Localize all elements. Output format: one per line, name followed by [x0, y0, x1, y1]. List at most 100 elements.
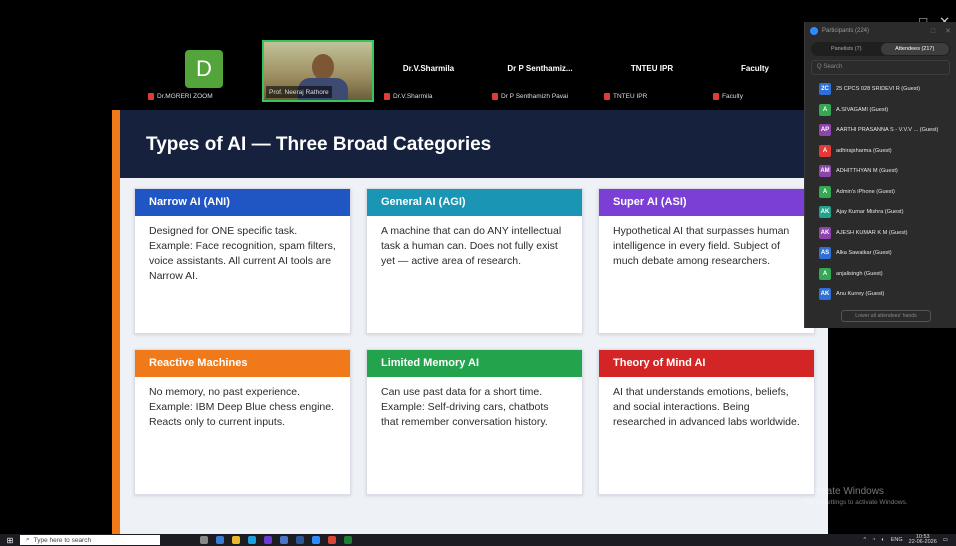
participant-row[interactable]: A A.SIVAGAMI (Guest)	[805, 100, 956, 121]
tab-attendees[interactable]: Attendees (217)	[880, 43, 949, 55]
participant-row[interactable]: AM ADHITTHYAN M (Guest)	[805, 161, 956, 182]
shared-slide: Types of AI — Three Broad Categories Nar…	[112, 110, 828, 534]
mic-muted-icon	[604, 92, 610, 100]
participant-name: Dr.V.Sharmila	[402, 64, 455, 73]
participant-row[interactable]: AK AJESH KUMAR K M (Guest)	[805, 223, 956, 244]
system-tray: ^ ◔ ◐ ENG 10:53 22-06-2026 ▭	[863, 534, 956, 546]
activate-windows-watermark: Activate Windows Go to Settings to activ…	[805, 486, 908, 506]
app-icon[interactable]	[344, 536, 352, 544]
app-icon[interactable]	[216, 536, 224, 544]
participant-name: Ajay Kumar Mishra (Guest)	[836, 209, 904, 216]
avatar: AP	[819, 124, 831, 137]
participant-row[interactable]: Aadhirajsharma (Guest)	[805, 141, 956, 162]
edge-icon[interactable]	[248, 536, 256, 544]
participant-label: Dr P Senthamizh Pavai	[492, 90, 568, 102]
notification-icon[interactable]: ▭	[943, 537, 948, 543]
task-view-icon[interactable]	[200, 536, 208, 544]
ai-type-card: General AI (AGI) A machine that can do A…	[366, 188, 583, 334]
card-title: Super AI (ASI)	[599, 189, 814, 216]
panel-titlebar: Participants (224) □ ✕	[805, 22, 956, 40]
tray-chevron-icon[interactable]: ^	[863, 537, 866, 543]
card-text: Designed for ONE specific task. Example:…	[149, 225, 336, 282]
participant-row[interactable]: AK Ajay Kumar Mishra (Guest)	[805, 202, 956, 223]
language-indicator[interactable]: ENG	[891, 537, 903, 543]
participant-label: TNTEU IPR	[604, 90, 647, 102]
ai-type-card: Reactive Machines No memory, no past exp…	[134, 349, 351, 495]
app-icon[interactable]	[296, 536, 304, 544]
active-speaker-video[interactable]: Prof. Neeraj Rathore	[262, 40, 374, 102]
ai-type-card: Theory of Mind AI AI that understands em…	[598, 349, 815, 495]
card-title: Narrow AI (ANI)	[135, 189, 350, 216]
card-text: No memory, no past experience. Example: …	[149, 386, 335, 428]
mic-muted-icon	[492, 92, 498, 100]
avatar: A	[819, 267, 831, 280]
zoom-logo-icon	[810, 27, 818, 35]
participant-label: Prof. Neeraj Rathore	[266, 86, 332, 98]
popout-icon[interactable]: □	[931, 28, 935, 35]
card-title: Reactive Machines	[135, 350, 350, 377]
avatar: 2C	[819, 83, 831, 96]
participant-row[interactable]: 2C 25 CPCS 028 SRIDEVI R (Guest)	[805, 79, 956, 100]
visual-studio-icon[interactable]	[264, 536, 272, 544]
volume-icon[interactable]: ◐	[881, 537, 884, 543]
video-tile[interactable]: Dr P Senthamiz... Dr P Senthamizh Pavai	[484, 40, 596, 102]
wifi-icon[interactable]: ◔	[872, 537, 875, 543]
card-title: General AI (AGI)	[367, 189, 582, 216]
card-title: Limited Memory AI	[367, 350, 582, 377]
avatar: AK	[819, 288, 831, 301]
participant-name: ADHITTHYAN M (Guest)	[836, 168, 898, 175]
avatar: A	[819, 185, 831, 198]
participant-row[interactable]: AP AARTHI PRASANNA S - V.V.V ... (Guest)	[805, 120, 956, 141]
participant-row[interactable]: A Admin's iPhone (Guest)	[805, 182, 956, 203]
participant-name: anjalisingh (Guest)	[836, 270, 883, 277]
mic-muted-icon	[384, 92, 390, 100]
avatar: A	[819, 144, 831, 157]
card-text: AI that understands emotions, beliefs, a…	[613, 386, 800, 428]
participant-name: Admin's iPhone (Guest)	[836, 188, 895, 195]
search-icon: ⌕	[26, 536, 30, 543]
participant-name: Dr P Senthamiz...	[507, 64, 573, 73]
participant-name: adhirajsharma (Guest)	[836, 147, 892, 154]
avatar: AM	[819, 165, 831, 178]
avatar: AS	[819, 247, 831, 260]
participant-row[interactable]: Aanjalisingh (Guest)	[805, 264, 956, 285]
participant-name: AARTHI PRASANNA S - V.V.V ... (Guest)	[836, 127, 939, 134]
video-tile[interactable]: Faculty Faculty	[705, 40, 805, 102]
participant-name: Anu Kurrey (Guest)	[836, 291, 885, 298]
windows-start-icon[interactable]: ⊞	[0, 534, 20, 546]
participant-label: Dr.V.Sharmila	[384, 90, 433, 102]
zoom-icon[interactable]	[312, 536, 320, 544]
slide-accent-bar	[112, 110, 120, 534]
app-icon[interactable]	[280, 536, 288, 544]
search-input[interactable]: Q Search	[811, 60, 950, 75]
video-tile[interactable]: Dr.V.Sharmila Dr.V.Sharmila	[376, 40, 481, 102]
mic-muted-icon	[148, 92, 154, 100]
participants-panel: Participants (224) □ ✕ Panelists (7) Att…	[804, 22, 956, 328]
ai-type-card: Narrow AI (ANI) Designed for ONE specifi…	[134, 188, 351, 334]
taskbar-search[interactable]: ⌕ Type here to search	[20, 535, 160, 545]
slide-title: Types of AI — Three Broad Categories	[146, 134, 492, 155]
close-icon[interactable]: ✕	[945, 27, 951, 35]
chrome-icon[interactable]	[328, 536, 336, 544]
tab-panelists[interactable]: Panelists (7)	[812, 43, 881, 55]
video-tile[interactable]: TNTEU IPR TNTEU IPR	[596, 40, 708, 102]
taskbar-apps	[200, 536, 352, 544]
participant-row[interactable]: AS Alka Sawaikar (Guest)	[805, 243, 956, 264]
participant-name: A.SIVAGAMI (Guest)	[836, 106, 889, 113]
avatar: D	[185, 50, 223, 88]
participant-name: 25 CPCS 028 SRIDEVI R (Guest)	[836, 86, 920, 93]
card-text: A machine that can do ANY intellectual t…	[381, 225, 562, 267]
slide-header: Types of AI — Three Broad Categories	[120, 110, 828, 178]
card-text: Hypothetical AI that surpasses human int…	[613, 225, 790, 267]
video-tile[interactable]: D Dr.MGRERI ZOOM	[140, 40, 252, 102]
mic-muted-icon	[713, 92, 719, 100]
participant-label: Dr.MGRERI ZOOM	[148, 90, 213, 102]
file-explorer-icon[interactable]	[232, 536, 240, 544]
lower-hands-button[interactable]: Lower all attendees' hands	[841, 310, 931, 322]
clock[interactable]: 10:53 22-06-2026	[909, 534, 937, 546]
card-text: Can use past data for a short time. Exam…	[381, 386, 549, 428]
ai-type-card: Limited Memory AI Can use past data for …	[366, 349, 583, 495]
avatar: A	[819, 103, 831, 116]
participant-row[interactable]: AK Anu Kurrey (Guest)	[805, 284, 956, 305]
participant-name: AJESH KUMAR K M (Guest)	[836, 229, 908, 236]
